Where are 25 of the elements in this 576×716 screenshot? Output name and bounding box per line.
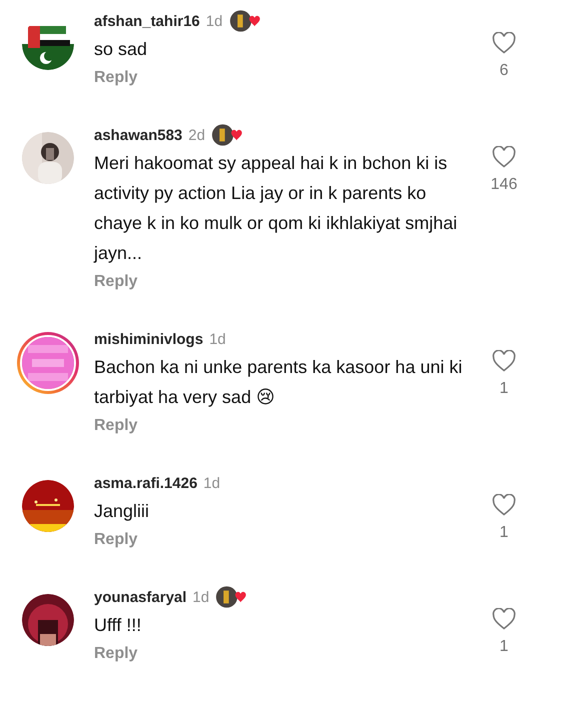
heart-icon[interactable] xyxy=(492,608,516,630)
comment-text: Jangliii xyxy=(94,500,150,523)
timestamp: 1d xyxy=(192,588,210,606)
timestamp: 1d xyxy=(209,330,226,348)
like-count: 1 xyxy=(500,380,508,398)
timestamp: 1d xyxy=(203,474,220,492)
heart-icon[interactable] xyxy=(492,32,516,54)
heart-icon[interactable] xyxy=(492,494,516,516)
heart-icon[interactable] xyxy=(492,146,516,168)
username[interactable]: younasfaryal xyxy=(94,588,187,606)
heart-icon[interactable] xyxy=(492,350,516,372)
timestamp: 2d xyxy=(188,126,206,144)
username[interactable]: mishiminivlogs xyxy=(94,330,204,348)
like-count: 146 xyxy=(490,176,518,194)
comment-text: Bachon ka ni unke parents ka kasoor ha uni ki tarbiyat ha very sad 😢 xyxy=(94,356,464,409)
comment-text: so sad xyxy=(94,38,148,61)
username[interactable]: ashawan583 xyxy=(94,126,182,144)
username[interactable]: afshan_tahir16 xyxy=(94,12,200,30)
timestamp: 1d xyxy=(206,12,223,30)
like-count: 1 xyxy=(500,638,508,656)
comment-text: Ufff !!! xyxy=(94,614,142,637)
like-count: 6 xyxy=(500,62,508,80)
comment-text: Meri hakoomat sy appeal hai k in bchon ki is activity py action Lia jay or in k parents ko chaye k in ko mulk or qom ki ikhlakiyat smjhai jayn... xyxy=(94,152,458,265)
username[interactable]: asma.rafi.1426 xyxy=(94,474,198,492)
like-count: 1 xyxy=(500,524,508,542)
